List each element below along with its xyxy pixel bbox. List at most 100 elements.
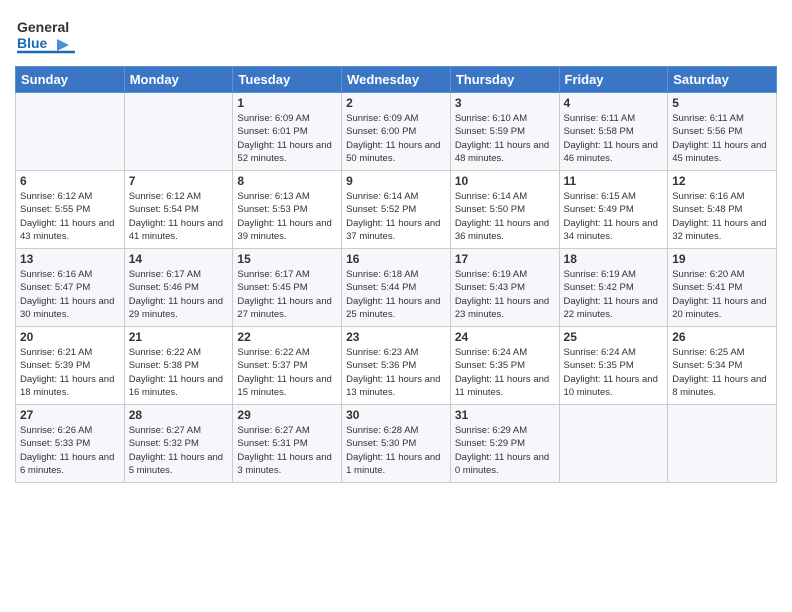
calendar-day-cell: 12Sunrise: 6:16 AMSunset: 5:48 PMDayligh… <box>668 171 777 249</box>
day-number: 21 <box>129 330 229 344</box>
svg-text:Blue: Blue <box>17 35 48 51</box>
day-info: Sunrise: 6:16 AMSunset: 5:48 PMDaylight:… <box>672 190 772 243</box>
day-number: 7 <box>129 174 229 188</box>
day-info: Sunrise: 6:19 AMSunset: 5:42 PMDaylight:… <box>564 268 664 321</box>
day-info: Sunrise: 6:28 AMSunset: 5:30 PMDaylight:… <box>346 424 446 477</box>
calendar-body: 1 Sunrise: 6:09 AMSunset: 6:01 PMDaylight… <box>16 93 777 483</box>
calendar-day-cell: 25 Sunrise: 6:24 AMSunset: 5:35 PMDayligh… <box>559 327 668 405</box>
weekday-header-cell: Sunday <box>16 67 125 93</box>
day-number: 17 <box>455 252 555 266</box>
calendar-day-cell: 22 Sunrise: 6:22 AMSunset: 5:37 PMDayligh… <box>233 327 342 405</box>
day-number: 4 <box>564 96 664 110</box>
day-info: Sunrise: 6:22 AMSunset: 5:37 PMDaylight:… <box>237 346 337 399</box>
day-info: Sunrise: 6:25 AMSunset: 5:34 PMDaylight:… <box>672 346 772 399</box>
day-number: 22 <box>237 330 337 344</box>
calendar-day-cell: 16 Sunrise: 6:18 AMSunset: 5:44 PMDayligh… <box>342 249 451 327</box>
calendar-day-cell <box>124 93 233 171</box>
day-info: Sunrise: 6:24 AMSunset: 5:35 PMDaylight:… <box>455 346 555 399</box>
day-number: 10 <box>455 174 555 188</box>
day-info: Sunrise: 6:18 AMSunset: 5:44 PMDaylight:… <box>346 268 446 321</box>
weekday-header-cell: Friday <box>559 67 668 93</box>
day-info: Sunrise: 6:12 AMSunset: 5:54 PMDaylight:… <box>129 190 229 243</box>
calendar-day-cell: 27 Sunrise: 6:26 AMSunset: 5:33 PMDayligh… <box>16 405 125 483</box>
day-number: 9 <box>346 174 446 188</box>
day-info: Sunrise: 6:13 AMSunset: 5:53 PMDaylight:… <box>237 190 337 243</box>
day-info: Sunrise: 6:27 AMSunset: 5:31 PMDaylight:… <box>237 424 337 477</box>
calendar-day-cell: 31 Sunrise: 6:29 AMSunset: 5:29 PMDayligh… <box>450 405 559 483</box>
calendar-day-cell: 29 Sunrise: 6:27 AMSunset: 5:31 PMDayligh… <box>233 405 342 483</box>
day-number: 2 <box>346 96 446 110</box>
day-info: Sunrise: 6:27 AMSunset: 5:32 PMDaylight:… <box>129 424 229 477</box>
calendar-day-cell: 21 Sunrise: 6:22 AMSunset: 5:38 PMDayligh… <box>124 327 233 405</box>
day-number: 27 <box>20 408 120 422</box>
header: General Blue <box>15 10 777 58</box>
weekday-header-cell: Saturday <box>668 67 777 93</box>
day-info: Sunrise: 6:22 AMSunset: 5:38 PMDaylight:… <box>129 346 229 399</box>
calendar-week-row: 20 Sunrise: 6:21 AMSunset: 5:39 PMDayligh… <box>16 327 777 405</box>
day-number: 13 <box>20 252 120 266</box>
weekday-header-cell: Wednesday <box>342 67 451 93</box>
calendar-day-cell: 26 Sunrise: 6:25 AMSunset: 5:34 PMDayligh… <box>668 327 777 405</box>
day-info: Sunrise: 6:09 AMSunset: 6:00 PMDaylight:… <box>346 112 446 165</box>
calendar-day-cell: 8Sunrise: 6:13 AMSunset: 5:53 PMDaylight… <box>233 171 342 249</box>
day-info: Sunrise: 6:09 AMSunset: 6:01 PMDaylight:… <box>237 112 337 165</box>
day-number: 25 <box>564 330 664 344</box>
day-number: 31 <box>455 408 555 422</box>
day-info: Sunrise: 6:19 AMSunset: 5:43 PMDaylight:… <box>455 268 555 321</box>
calendar-day-cell: 4 Sunrise: 6:11 AMSunset: 5:58 PMDaylight… <box>559 93 668 171</box>
day-number: 5 <box>672 96 772 110</box>
day-info: Sunrise: 6:24 AMSunset: 5:35 PMDaylight:… <box>564 346 664 399</box>
day-number: 3 <box>455 96 555 110</box>
day-info: Sunrise: 6:11 AMSunset: 5:58 PMDaylight:… <box>564 112 664 165</box>
calendar-day-cell: 14 Sunrise: 6:17 AMSunset: 5:46 PMDayligh… <box>124 249 233 327</box>
day-info: Sunrise: 6:21 AMSunset: 5:39 PMDaylight:… <box>20 346 120 399</box>
calendar-day-cell: 1 Sunrise: 6:09 AMSunset: 6:01 PMDaylight… <box>233 93 342 171</box>
logo: General Blue <box>15 10 85 58</box>
day-number: 24 <box>455 330 555 344</box>
calendar-day-cell <box>559 405 668 483</box>
calendar-day-cell: 30 Sunrise: 6:28 AMSunset: 5:30 PMDayligh… <box>342 405 451 483</box>
day-info: Sunrise: 6:17 AMSunset: 5:45 PMDaylight:… <box>237 268 337 321</box>
weekday-header-cell: Tuesday <box>233 67 342 93</box>
weekday-header-row: SundayMondayTuesdayWednesdayThursdayFrid… <box>16 67 777 93</box>
day-number: 28 <box>129 408 229 422</box>
day-number: 1 <box>237 96 337 110</box>
day-number: 20 <box>20 330 120 344</box>
calendar-day-cell: 23Sunrise: 6:23 AMSunset: 5:36 PMDayligh… <box>342 327 451 405</box>
day-number: 16 <box>346 252 446 266</box>
day-info: Sunrise: 6:23 AMSunset: 5:36 PMDaylight:… <box>346 346 446 399</box>
calendar-day-cell: 7 Sunrise: 6:12 AMSunset: 5:54 PMDaylight… <box>124 171 233 249</box>
day-number: 15 <box>237 252 337 266</box>
calendar-day-cell: 15 Sunrise: 6:17 AMSunset: 5:45 PMDayligh… <box>233 249 342 327</box>
calendar-day-cell <box>16 93 125 171</box>
day-number: 30 <box>346 408 446 422</box>
day-number: 29 <box>237 408 337 422</box>
day-info: Sunrise: 6:12 AMSunset: 5:55 PMDaylight:… <box>20 190 120 243</box>
calendar-day-cell: 17 Sunrise: 6:19 AMSunset: 5:43 PMDayligh… <box>450 249 559 327</box>
day-info: Sunrise: 6:29 AMSunset: 5:29 PMDaylight:… <box>455 424 555 477</box>
day-info: Sunrise: 6:15 AMSunset: 5:49 PMDaylight:… <box>564 190 664 243</box>
day-number: 11 <box>564 174 664 188</box>
day-info: Sunrise: 6:26 AMSunset: 5:33 PMDaylight:… <box>20 424 120 477</box>
calendar-day-cell: 13 Sunrise: 6:16 AMSunset: 5:47 PMDayligh… <box>16 249 125 327</box>
logo-icon: General Blue <box>15 10 85 58</box>
day-number: 19 <box>672 252 772 266</box>
weekday-header-cell: Monday <box>124 67 233 93</box>
calendar-day-cell: 24 Sunrise: 6:24 AMSunset: 5:35 PMDayligh… <box>450 327 559 405</box>
calendar-day-cell: 18 Sunrise: 6:19 AMSunset: 5:42 PMDayligh… <box>559 249 668 327</box>
calendar-day-cell: 28 Sunrise: 6:27 AMSunset: 5:32 PMDayligh… <box>124 405 233 483</box>
calendar-day-cell: 3Sunrise: 6:10 AMSunset: 5:59 PMDaylight… <box>450 93 559 171</box>
calendar-day-cell: 2 Sunrise: 6:09 AMSunset: 6:00 PMDaylight… <box>342 93 451 171</box>
day-info: Sunrise: 6:17 AMSunset: 5:46 PMDaylight:… <box>129 268 229 321</box>
calendar-week-row: 1 Sunrise: 6:09 AMSunset: 6:01 PMDaylight… <box>16 93 777 171</box>
day-info: Sunrise: 6:20 AMSunset: 5:41 PMDaylight:… <box>672 268 772 321</box>
weekday-header-cell: Thursday <box>450 67 559 93</box>
day-info: Sunrise: 6:11 AMSunset: 5:56 PMDaylight:… <box>672 112 772 165</box>
day-number: 18 <box>564 252 664 266</box>
calendar-day-cell: 10Sunrise: 6:14 AMSunset: 5:50 PMDayligh… <box>450 171 559 249</box>
day-info: Sunrise: 6:16 AMSunset: 5:47 PMDaylight:… <box>20 268 120 321</box>
day-number: 14 <box>129 252 229 266</box>
calendar-table: SundayMondayTuesdayWednesdayThursdayFrid… <box>15 66 777 483</box>
svg-text:General: General <box>17 19 69 35</box>
day-number: 26 <box>672 330 772 344</box>
